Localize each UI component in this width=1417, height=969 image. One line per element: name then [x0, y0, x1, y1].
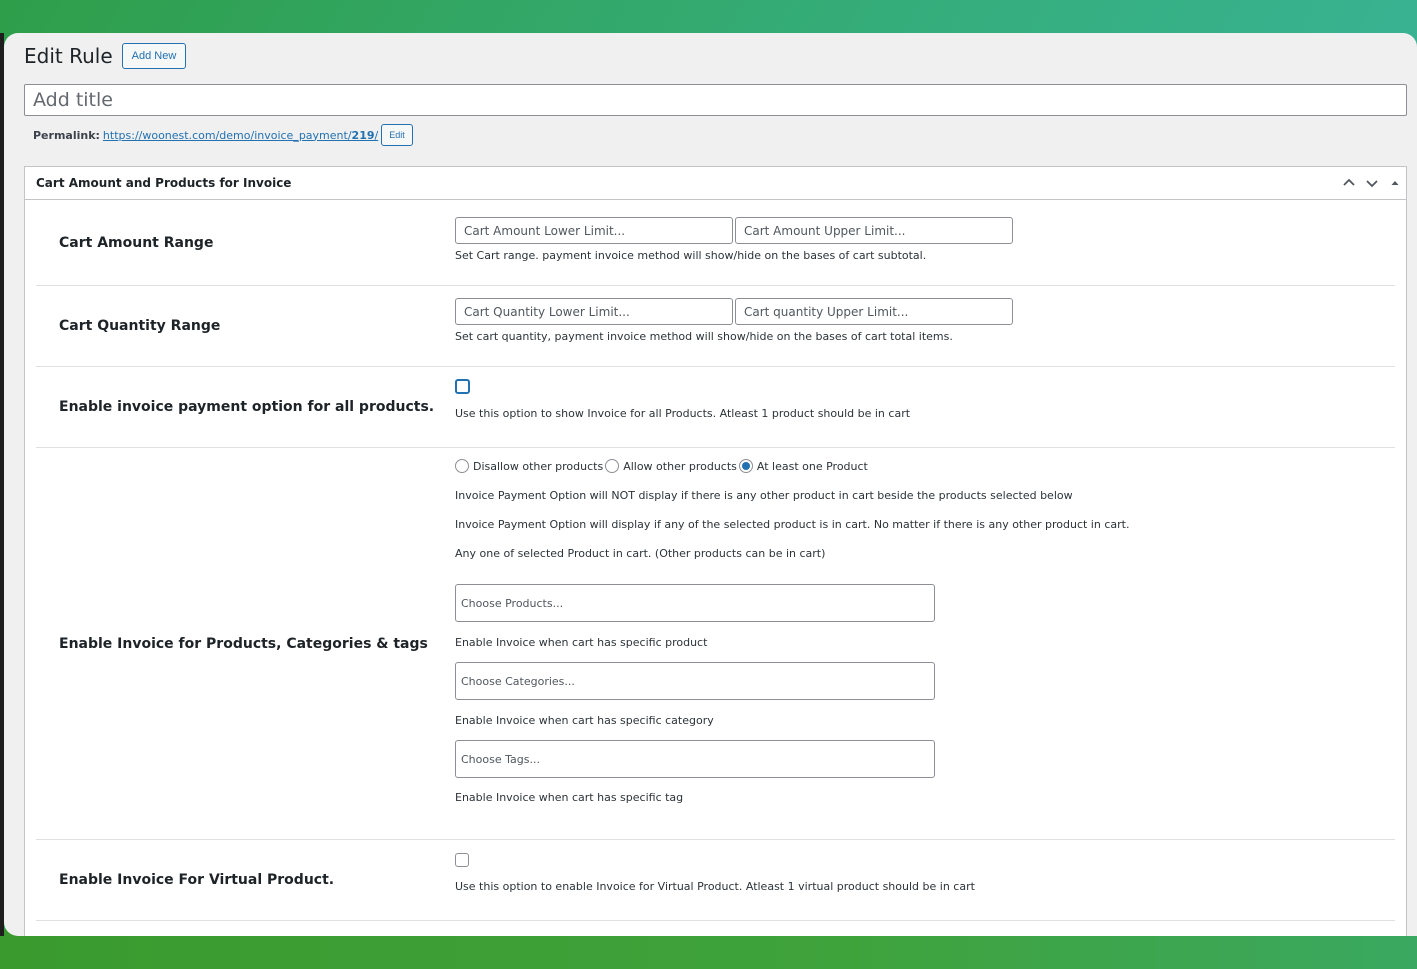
- add-new-button[interactable]: Add New: [121, 43, 187, 69]
- rule-rows: Cart Amount Range Set Cart range. paymen…: [25, 200, 1406, 921]
- choose-tags-select[interactable]: [455, 740, 935, 778]
- row-label: Cart Amount Range: [59, 234, 214, 251]
- permalink-prefix: https://woonest.com/demo/invoice_payment…: [102, 128, 352, 142]
- radio-label: At least one Product: [756, 459, 868, 473]
- row-description: Use this option to enable Invoice for Vi…: [455, 880, 975, 893]
- radio-label: Disallow other products: [473, 459, 604, 473]
- range-pair: [455, 217, 1395, 244]
- radio-disallow[interactable]: [455, 459, 469, 473]
- radio-at-least-one[interactable]: [738, 459, 753, 473]
- row-label: Enable invoice payment option for all pr…: [59, 399, 435, 415]
- page-title: Edit Rule: [24, 44, 113, 68]
- row-all-products: Enable invoice payment option for all pr…: [36, 367, 1395, 448]
- permalink: Permalink: https://woonest.com/demo/invo…: [33, 124, 413, 146]
- row-cart-quantity: Cart Quantity Range Set cart quantity, p…: [36, 286, 1395, 367]
- desc-disallow: Invoice Payment Option will NOT display …: [455, 489, 1073, 502]
- postbox-controls: [1337, 167, 1406, 199]
- postbox-title: Cart Amount and Products for Invoice: [36, 176, 292, 190]
- row-description: Use this option to show Invoice for all …: [455, 407, 911, 420]
- triangle-up-icon[interactable]: [1383, 167, 1406, 199]
- row-label: Cart Quantity Range: [59, 318, 221, 334]
- radio-label: Allow other products: [623, 459, 737, 473]
- permalink-label: Permalink:: [33, 128, 100, 142]
- radio-allow[interactable]: [605, 459, 620, 473]
- row-description: Set Cart range. payment invoice method w…: [455, 249, 927, 262]
- row-field: Set Cart range. payment invoice method w…: [455, 200, 1395, 285]
- choose-categories-select[interactable]: [455, 662, 935, 700]
- products-description: Enable Invoice when cart has specific pr…: [455, 636, 708, 649]
- range-pair: [455, 298, 1395, 325]
- row-field: Set cart quantity, payment invoice metho…: [455, 286, 1395, 366]
- postbox-cart-amount-products: Cart Amount and Products for Invoice Car…: [24, 166, 1407, 936]
- choose-products-select[interactable]: [455, 584, 935, 622]
- virtual-product-checkbox[interactable]: [455, 853, 469, 867]
- row-label: Enable Invoice For Virtual Product.: [59, 872, 335, 888]
- row-label: Enable Invoice for Products, Categories …: [59, 635, 428, 652]
- cart-amount-upper-input[interactable]: [735, 217, 1013, 244]
- title-input[interactable]: [24, 84, 1407, 116]
- row-field: Disallow other products Allow other prod…: [455, 448, 1395, 839]
- permalink-edit-button[interactable]: Edit: [381, 124, 413, 146]
- page-header: Edit Rule Add New: [24, 43, 187, 69]
- permalink-suffix: /: [374, 128, 379, 142]
- cart-quantity-lower-input[interactable]: [455, 298, 733, 325]
- editor-window: Edit Rule Add New Permalink: https://woo…: [4, 33, 1417, 936]
- row-description: Set cart quantity, payment invoice metho…: [455, 330, 953, 343]
- cart-amount-lower-input[interactable]: [455, 217, 733, 244]
- categories-description: Enable Invoice when cart has specific ca…: [455, 714, 714, 727]
- postbox-header: Cart Amount and Products for Invoice: [25, 167, 1406, 200]
- cart-quantity-upper-input[interactable]: [735, 298, 1013, 325]
- desc-at-least-one: Any one of selected Product in cart. (Ot…: [455, 547, 826, 560]
- product-mode-radios: Disallow other products Allow other prod…: [455, 459, 1395, 473]
- row-products-categories-tags: Enable Invoice for Products, Categories …: [36, 448, 1395, 840]
- row-cart-amount: Cart Amount Range Set Cart range. paymen…: [36, 200, 1395, 286]
- row-virtual-product: Enable Invoice For Virtual Product. Use …: [36, 840, 1395, 921]
- row-field: Use this option to enable Invoice for Vi…: [455, 840, 1395, 920]
- chevron-up-icon[interactable]: [1337, 167, 1360, 199]
- chevron-down-icon[interactable]: [1360, 167, 1383, 199]
- permalink-link[interactable]: https://woonest.com/demo/invoice_payment…: [103, 129, 378, 142]
- row-field: Use this option to show Invoice for all …: [455, 367, 1395, 447]
- all-products-checkbox[interactable]: [455, 379, 470, 394]
- desc-allow: Invoice Payment Option will display if a…: [455, 518, 1130, 531]
- tags-description: Enable Invoice when cart has specific ta…: [455, 791, 684, 804]
- permalink-slug: 219: [351, 128, 375, 142]
